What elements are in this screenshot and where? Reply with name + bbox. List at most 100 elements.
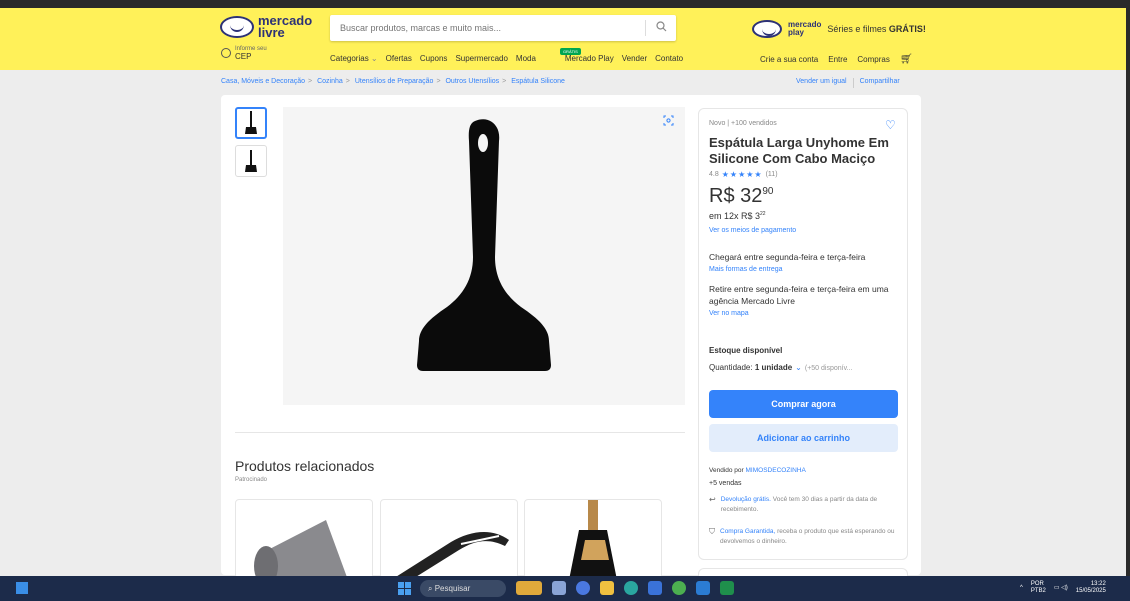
- related-product-3[interactable]: [524, 499, 662, 579]
- excel-icon[interactable]: [720, 581, 734, 595]
- search-input[interactable]: [330, 23, 645, 33]
- nav-mercado-play[interactable]: GRÁTISMercado Play: [544, 48, 614, 63]
- product-image[interactable]: [283, 107, 685, 405]
- sell-similar-link[interactable]: Vender um igual: [796, 78, 847, 88]
- app-chat-icon[interactable]: [576, 581, 590, 595]
- taskbar-apps: [516, 581, 734, 595]
- breadcrumb-item[interactable]: Utensílios de Preparação: [355, 78, 434, 85]
- review-count: (11): [765, 171, 778, 178]
- mercado-play-icon: [752, 20, 782, 38]
- edge-browser-icon[interactable]: [624, 581, 638, 595]
- view-map-link[interactable]: Ver no mapa: [709, 310, 749, 317]
- share-link[interactable]: Compartilhar: [860, 78, 900, 88]
- chevron-up-icon[interactable]: ^: [1020, 585, 1023, 592]
- add-to-cart-button[interactable]: Adicionar ao carrinho: [709, 424, 898, 452]
- app-chart-icon[interactable]: [516, 581, 542, 595]
- search-icon[interactable]: [646, 21, 676, 35]
- price-cents: 90: [762, 186, 774, 197]
- related-title: Produtos relacionados: [235, 458, 375, 474]
- nav-categorias-label: Categorias: [330, 54, 369, 63]
- language-indicator[interactable]: POR PTB2: [1031, 581, 1046, 595]
- chrome-browser-icon[interactable]: [672, 581, 686, 595]
- breadcrumb-item[interactable]: Casa, Móveis e Decoração: [221, 78, 305, 85]
- widgets-icon[interactable]: [16, 582, 28, 594]
- buy-now-button[interactable]: Comprar agora: [709, 390, 898, 418]
- mercado-livre-logo[interactable]: mercado livre: [220, 14, 312, 39]
- thumbnail-2[interactable]: [235, 145, 267, 177]
- taskbar-search-label: Pesquisar: [434, 584, 471, 593]
- related-product-2[interactable]: [380, 499, 518, 579]
- guarantee-info: ⛉ Compra Garantida, receba o produto que…: [709, 527, 899, 547]
- breadcrumb-separator: >: [345, 78, 350, 85]
- cart-icon[interactable]: 🛒︎: [900, 54, 913, 65]
- payment-methods-link[interactable]: Ver os meios de pagamento: [709, 227, 796, 234]
- breadcrumb: Casa, Móveis e Decoração > Cozinha > Utens…: [221, 78, 565, 85]
- stock-label: Estoque disponível: [709, 346, 783, 355]
- location-value: CEP: [235, 52, 252, 61]
- login-link[interactable]: Entre: [828, 55, 847, 64]
- breadcrumb-item[interactable]: Espátula Silicone: [511, 78, 565, 85]
- zoom-icon[interactable]: [663, 115, 674, 128]
- quantity-label: Quantidade:: [709, 363, 755, 372]
- installments-cents: 22: [760, 211, 766, 217]
- related-product-1[interactable]: [235, 499, 373, 579]
- nav-categorias[interactable]: Categorias ⌄: [330, 54, 378, 63]
- windows-start-icon[interactable]: [398, 582, 411, 595]
- create-account-link[interactable]: Crie a sua conta: [760, 55, 818, 64]
- thumbnail-1[interactable]: [235, 107, 267, 139]
- breadcrumb-separator: >: [502, 78, 507, 85]
- purchases-link[interactable]: Compras: [857, 55, 889, 64]
- store-icon[interactable]: [648, 581, 662, 595]
- chevron-down-icon: ⌄: [795, 363, 802, 372]
- quantity-value: 1 unidade: [754, 363, 793, 372]
- promo-text-main: Séries e filmes: [827, 24, 889, 34]
- section-divider: [235, 432, 685, 433]
- nav-cupons[interactable]: Cupons: [420, 54, 448, 63]
- rating[interactable]: 4.8 ★★★★★ (11): [709, 170, 778, 179]
- handshake-icon: [220, 16, 254, 38]
- taskbar-search[interactable]: ⌕ Pesquisar: [420, 580, 506, 597]
- quantity-selector[interactable]: Quantidade: 1 unidade ⌄ (+50 disponív...: [709, 363, 852, 372]
- clock[interactable]: 13:22 15/05/2025: [1076, 581, 1106, 595]
- pickup-text: Retire entre segunda-feira e terça-feira…: [709, 284, 889, 306]
- nav-moda[interactable]: Moda: [516, 54, 536, 63]
- seller-sales: +5 vendas: [709, 480, 742, 487]
- word-icon[interactable]: [696, 581, 710, 595]
- clock-time: 13:22: [1090, 581, 1106, 587]
- guarantee-link[interactable]: Compra Garantida,: [720, 528, 775, 535]
- app-files-icon[interactable]: [552, 581, 566, 595]
- nav-contato[interactable]: Contato: [655, 54, 683, 63]
- chevron-down-icon: ⌄: [370, 54, 378, 63]
- return-arrow-icon: ↩: [709, 495, 716, 504]
- seller-prefix: Vendido por: [709, 467, 746, 474]
- nav-ofertas[interactable]: Ofertas: [386, 54, 412, 63]
- return-info: ↩ Devolução grátis. Você tem 30 dias a p…: [709, 495, 899, 515]
- condition-text: Novo | +100 vendidos: [709, 120, 777, 127]
- browser-right-edge: [1126, 0, 1130, 601]
- heart-icon[interactable]: ♡: [885, 118, 896, 132]
- delivery-options-link[interactable]: Mais formas de entrega: [709, 266, 783, 273]
- breadcrumb-item[interactable]: Outros Utensílios: [445, 78, 499, 85]
- nav-supermercado[interactable]: Supermercado: [455, 54, 507, 63]
- delivery-text: Chegará entre segunda-feira e terça-feir…: [709, 252, 866, 262]
- location-selector[interactable]: Informe seu CEP: [221, 46, 267, 61]
- mercado-play-promo[interactable]: mercado play Séries e filmes GRÁTIS!: [752, 20, 926, 38]
- nav-mercado-play-label: Mercado Play: [564, 54, 614, 63]
- user-nav: Crie a sua conta Entre Compras 🛒︎: [760, 54, 913, 65]
- promo-text-bold: GRÁTIS!: [888, 24, 926, 34]
- file-explorer-icon[interactable]: [600, 581, 614, 595]
- seller-link[interactable]: MIMOSDECOZINHA: [746, 467, 806, 474]
- windows-taskbar: ⌕ Pesquisar ^ POR PTB2 ▭ ◁) 13:22 15/05/20…: [0, 576, 1130, 601]
- buy-box: Novo | +100 vendidos ♡ Espátula Larga Un…: [698, 108, 908, 560]
- clock-date: 15/05/2025: [1075, 588, 1106, 594]
- language-line2: PTB2: [1030, 588, 1046, 594]
- seller-info: Vendido por MIMOSDECOZINHA: [709, 467, 806, 474]
- free-return-link[interactable]: Devolução grátis.: [721, 496, 771, 503]
- browser-top-edge: [0, 0, 1130, 8]
- breadcrumb-item[interactable]: Cozinha: [317, 78, 343, 85]
- network-volume-icon[interactable]: ▭ ◁): [1054, 585, 1068, 592]
- product-title: Espátula Larga Unyhome Em Silicone Com C…: [709, 135, 889, 166]
- main-nav: Categorias ⌄ Ofertas Cupons Supermercado…: [330, 48, 683, 63]
- location-pin-icon: [221, 48, 231, 58]
- nav-vender[interactable]: Vender: [622, 54, 647, 63]
